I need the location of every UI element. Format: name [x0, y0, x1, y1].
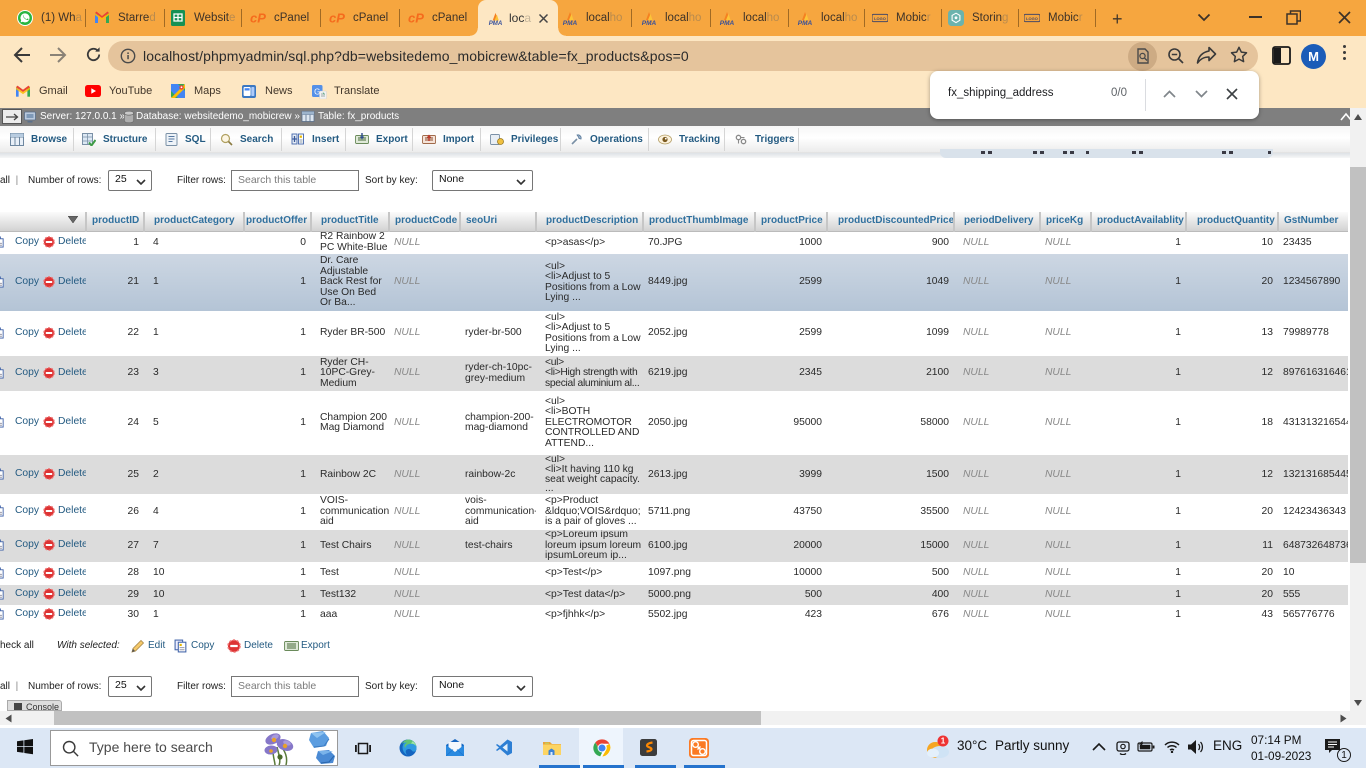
svg-text:1: 1 — [941, 737, 946, 746]
svg-text:cP: cP — [329, 11, 345, 26]
svg-text:PMA: PMA — [489, 20, 503, 26]
svg-text:PMA: PMA — [563, 20, 578, 26]
svg-text:LOGO: LOGO — [1026, 16, 1038, 21]
svg-text:cP: cP — [408, 11, 424, 26]
svg-text:PMA: PMA — [798, 20, 813, 26]
svg-text:PMA: PMA — [720, 20, 735, 26]
svg-text:LOGO: LOGO — [874, 16, 886, 21]
svg-text:cP: cP — [250, 11, 266, 26]
svg-text:PMA: PMA — [642, 20, 657, 26]
